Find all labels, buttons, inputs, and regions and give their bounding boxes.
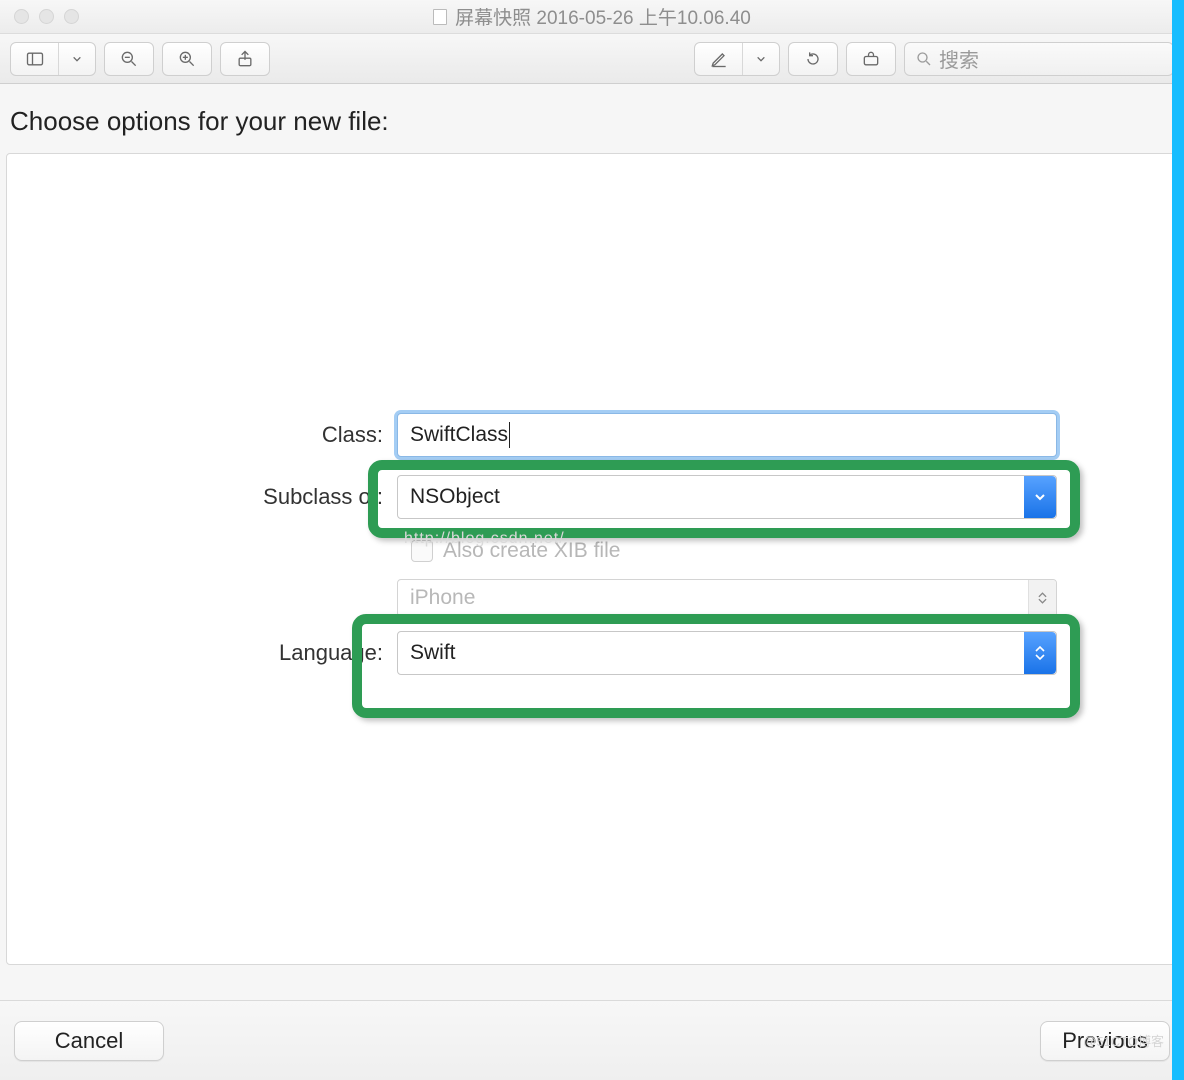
toolbox-button[interactable] (846, 42, 896, 76)
stepper-arrows-icon (1028, 580, 1056, 616)
zoom-out-button[interactable] (104, 42, 154, 76)
page-title: Choose options for your new file: (0, 84, 1184, 147)
xib-row: Also create XIB file (7, 528, 1177, 574)
right-edge-accent (1172, 0, 1184, 1080)
device-value: iPhone (410, 586, 475, 610)
device-selector[interactable]: iPhone (397, 579, 1057, 617)
chevron-down-icon (1024, 476, 1056, 518)
zoom-out-icon (119, 49, 139, 69)
language-row: Language: Swift (7, 622, 1177, 684)
subclass-label: Subclass of: (7, 484, 397, 510)
cancel-button-label: Cancel (55, 1028, 123, 1054)
chevron-down-icon (756, 54, 766, 64)
corner-watermark: @51CTO博客 (1083, 1031, 1164, 1050)
share-button[interactable] (220, 42, 270, 76)
options-panel: Class: SwiftClass Subclass of: NSObject (6, 153, 1178, 965)
sidebar-toggle-button[interactable] (10, 42, 96, 76)
search-input[interactable]: 搜索 (904, 42, 1174, 76)
rotate-icon (803, 49, 823, 69)
subclass-row: Subclass of: NSObject (7, 466, 1177, 528)
zoom-in-button[interactable] (162, 42, 212, 76)
pencil-icon (709, 49, 729, 69)
language-value: Swift (410, 641, 456, 665)
class-label: Class: (7, 422, 397, 448)
sidebar-icon (25, 49, 45, 69)
search-icon (915, 50, 933, 68)
new-file-form: Class: SwiftClass Subclass of: NSObject (7, 404, 1177, 684)
language-label: Language: (7, 640, 397, 666)
share-icon (235, 49, 255, 69)
subclass-value: NSObject (410, 485, 500, 509)
cancel-button[interactable]: Cancel (14, 1021, 164, 1061)
window-title-text: 屏幕快照 2016-05-26 上午10.06.40 (455, 3, 751, 30)
search-placeholder: 搜索 (939, 44, 979, 73)
class-input-value: SwiftClass (410, 423, 508, 447)
document-icon (433, 9, 447, 25)
updown-arrows-icon (1024, 632, 1056, 674)
language-popup[interactable]: Swift (397, 631, 1057, 675)
window-title: 屏幕快照 2016-05-26 上午10.06.40 (0, 3, 1184, 30)
dialog-footer: Cancel Previous (0, 1000, 1184, 1080)
class-row: Class: SwiftClass (7, 404, 1177, 466)
device-row: iPhone (7, 574, 1177, 622)
window-titlebar: 屏幕快照 2016-05-26 上午10.06.40 (0, 0, 1184, 34)
toolbar: 搜索 (0, 34, 1184, 84)
markup-button[interactable] (694, 42, 780, 76)
zoom-in-icon (177, 49, 197, 69)
subclass-combobox[interactable]: NSObject (397, 475, 1057, 519)
toolbox-icon (861, 49, 881, 69)
class-input[interactable]: SwiftClass (397, 413, 1057, 457)
watermark-text: http://blog.csdn.net/ (404, 530, 565, 548)
rotate-button[interactable] (788, 42, 838, 76)
chevron-down-icon (72, 54, 82, 64)
text-caret-icon (509, 422, 510, 448)
